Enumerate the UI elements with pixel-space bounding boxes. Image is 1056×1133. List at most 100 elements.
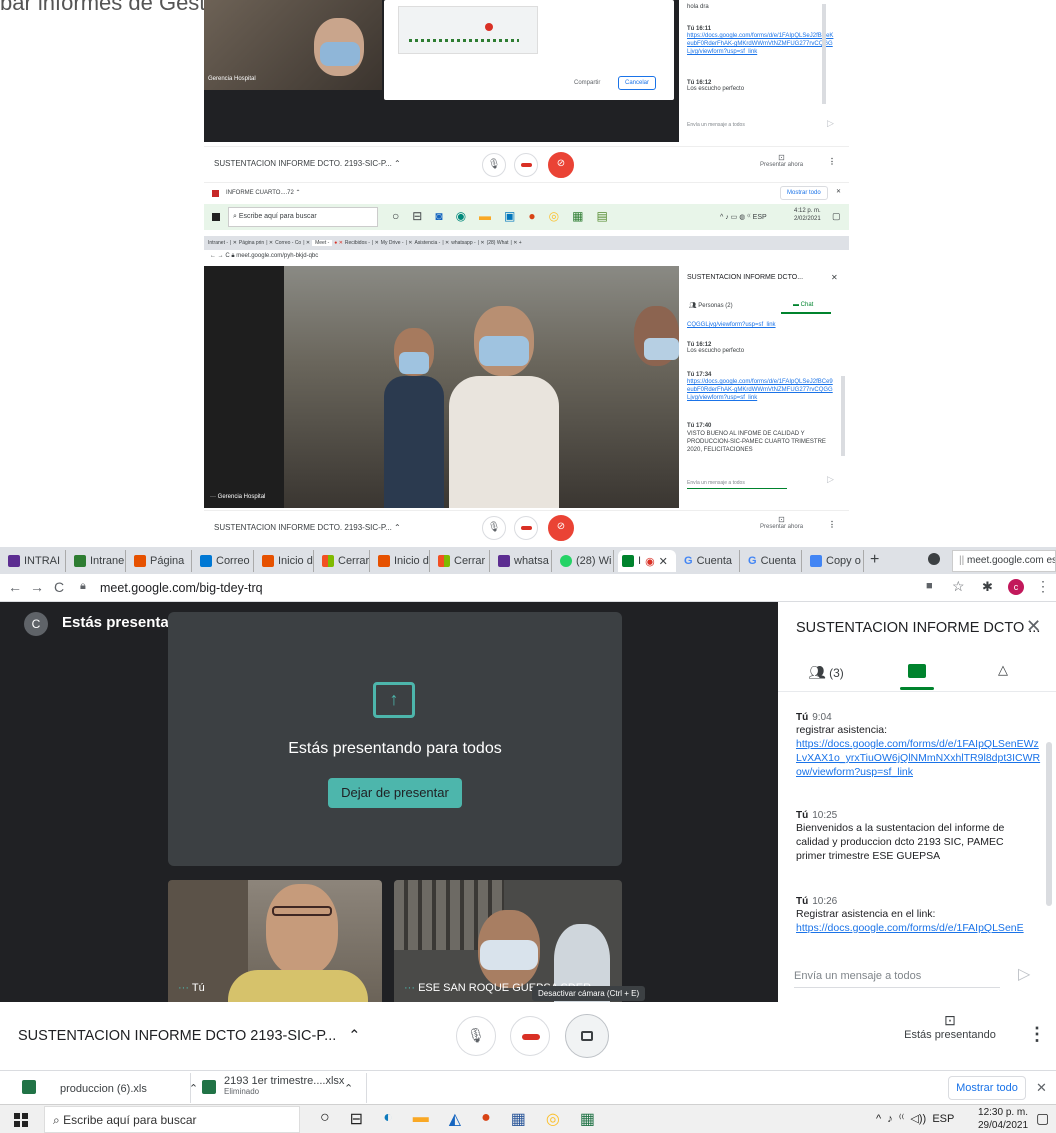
powerpoint-icon[interactable]: ● <box>528 209 535 223</box>
hangup-button[interactable] <box>514 516 538 540</box>
chat-tab[interactable]: ▬ Chat <box>793 302 813 308</box>
meeting-title[interactable]: SUSTENTACION INFORME DCTO. 2193-SIC-P...… <box>214 523 401 532</box>
excel-icon[interactable]: ▦ <box>572 209 583 223</box>
bookmark-star-icon[interactable]: ☆ <box>952 578 965 595</box>
tab-inicio-2[interactable]: Inicio d <box>374 550 430 572</box>
chat-input[interactable]: Envía un mensaje a todos <box>687 122 745 128</box>
camera-button[interactable] <box>565 1014 609 1058</box>
tab-pagina[interactable]: Página <box>130 550 192 572</box>
send-icon[interactable]: ▷ <box>1018 964 1030 984</box>
file-explorer-icon[interactable]: ▬ <box>479 209 491 223</box>
forward-icon[interactable]: → <box>30 579 44 595</box>
activities-icon[interactable]: △ <box>998 662 1008 678</box>
back-icon[interactable]: ← <box>8 579 22 595</box>
taskbar-search[interactable]: ⌕ Escribe aquí para buscar <box>44 1106 300 1133</box>
extensions-icon[interactable]: ✱ <box>982 579 993 595</box>
mic-button[interactable]: 🎙 <box>482 516 506 540</box>
chat-input[interactable]: Envía un mensaje a todos <box>687 480 787 489</box>
system-tray[interactable]: ^ ♪ ⁽⁽ ◁)) ESP <box>876 1112 954 1125</box>
chat-input[interactable]: Envía un mensaje a todos <box>794 962 1000 988</box>
dialog-cancel-button[interactable]: Cancelar <box>618 76 657 90</box>
close-icon[interactable]: ✕ <box>836 188 841 195</box>
close-icon[interactable]: ✕ <box>831 273 838 282</box>
send-icon[interactable]: ▷ <box>827 474 834 485</box>
meeting-title[interactable]: SUSTENTACION INFORME DCTO 2193-SIC-P... … <box>18 1028 360 1044</box>
reload-icon[interactable]: C <box>54 579 64 595</box>
chat-link[interactable]: https://docs.google.com/forms/d/e/1FAIpQ… <box>796 921 1044 934</box>
chat-scrollbar[interactable] <box>1046 742 1052 906</box>
chat-scrollbar[interactable] <box>822 4 826 104</box>
tab-whatsapp-web[interactable]: (28) Wi <box>556 550 614 572</box>
file-explorer-icon[interactable]: ▬ <box>413 1109 429 1129</box>
dialog-share-button[interactable]: Compartir <box>574 80 600 86</box>
tab-whatsapp[interactable]: whatsa <box>494 550 552 572</box>
chat-tab-icon[interactable] <box>908 664 926 678</box>
mail-icon[interactable]: ◭ <box>449 1109 461 1129</box>
task-view-icon[interactable]: ⊟ <box>412 209 422 223</box>
chrome-icon[interactable]: ◎ <box>546 1109 560 1129</box>
close-tab-icon[interactable]: ✕ <box>659 555 668 568</box>
tray-clock[interactable]: 4:12 p. m. 2/02/2021 <box>794 207 821 223</box>
tab-cuenta-2[interactable]: G Cuenta <box>744 550 802 572</box>
download-item-2[interactable]: 2193 1er trimestre....xlsx Eliminado <box>224 1075 344 1096</box>
download-item[interactable]: INFORME CUARTO....72 ⌃ <box>226 189 301 196</box>
mini-tab[interactable]: Intranet - <box>208 240 228 246</box>
chevron-up-icon[interactable]: ⌃ <box>394 523 401 532</box>
tab-search-icon[interactable] <box>928 553 940 565</box>
edge-chromium-icon[interactable]: ◉ <box>456 209 466 223</box>
tab-copy[interactable]: Copy o <box>806 550 864 572</box>
tab-correo[interactable]: Correo <box>196 550 254 572</box>
mini-tab[interactable]: (28) What <box>487 240 509 246</box>
more-options-icon[interactable]: ⋮ <box>1028 1024 1046 1045</box>
close-icon[interactable]: ✕ <box>1036 1080 1047 1096</box>
chat-link[interactable]: CQGGLjvg/viewform?usp=sf_link <box>687 322 776 328</box>
mic-button[interactable]: 🎙︎ <box>456 1016 496 1056</box>
edge-icon[interactable]: ◙ <box>435 209 442 223</box>
download-item-1[interactable]: produccion (6).xls ⌃ <box>60 1082 198 1095</box>
hangup-button[interactable] <box>514 153 538 177</box>
tab-intranet[interactable]: INTRAI <box>4 550 66 572</box>
mini-tab-active[interactable]: Meet - <box>312 240 333 246</box>
mini-tab[interactable]: My Drive - <box>381 240 404 246</box>
presenting-button[interactable]: ⊡ Estás presentando <box>900 1012 1000 1041</box>
present-now-button[interactable]: ⊡ Presentar ahora <box>760 153 803 168</box>
close-panel-icon[interactable]: ✕ <box>1026 616 1041 637</box>
chat-link[interactable]: https://docs.google.com/forms/d/e/1FAIpQ… <box>687 378 835 402</box>
chevron-up-icon[interactable]: ⌃ <box>348 1028 360 1044</box>
menu-icon[interactable]: ⋮ <box>1036 578 1050 595</box>
mini-tab[interactable]: whatsapp - <box>451 240 475 246</box>
excel-icon[interactable]: ▦ <box>580 1109 595 1129</box>
show-all-button[interactable]: Mostrar todo <box>780 186 828 200</box>
language-indicator[interactable]: ESP <box>932 1113 954 1125</box>
chat-link[interactable]: https://docs.google.com/forms/d/e/1FAIpQ… <box>687 32 835 56</box>
edge-icon[interactable]: ◐ <box>383 1109 393 1129</box>
tab-cuenta[interactable]: G Cuenta <box>680 550 740 572</box>
powerpoint-icon[interactable]: ● <box>481 1109 491 1129</box>
chevron-up-icon[interactable]: ⌃ <box>344 1082 353 1095</box>
meeting-title[interactable]: SUSTENTACION INFORME DCTO. 2193-SIC-P...… <box>214 159 401 168</box>
windows-start-icon[interactable] <box>212 213 220 221</box>
task-view-icon[interactable]: ⊟ <box>350 1109 363 1129</box>
hangup-button[interactable] <box>510 1016 550 1056</box>
mini-tab[interactable]: Recibidos - <box>345 240 370 246</box>
back-icon[interactable]: ← <box>210 253 216 259</box>
chevron-up-icon[interactable]: ⌃ <box>394 159 401 168</box>
chat-link[interactable]: https://docs.google.com/forms/d/e/1FAIpQ… <box>796 737 1044 779</box>
word-icon[interactable]: ▦ <box>511 1109 526 1129</box>
tray-clock[interactable]: 12:30 p. m. 29/04/2021 <box>978 1106 1028 1132</box>
chrome-icon[interactable]: ◎ <box>549 209 559 223</box>
mini-urlbar[interactable]: ← → C 🔒︎ meet.google.com/pyh-bkjd-qbc <box>204 250 849 264</box>
people-tab[interactable]: 👥︎ (3) <box>808 664 844 681</box>
notification-icon[interactable]: ▢ <box>832 211 841 222</box>
cortana-icon[interactable]: ○ <box>320 1109 330 1129</box>
tray-icons[interactable]: ^ ♪ ▭ ◍ ⁽⁽ ESP <box>720 213 767 221</box>
more-options-icon[interactable]: ⋮ <box>828 520 836 529</box>
windows-start-icon[interactable] <box>14 1113 28 1127</box>
camera-off-button[interactable]: ⊘ <box>548 152 574 178</box>
send-icon[interactable]: ▷ <box>827 118 834 129</box>
mic-button[interactable]: 🎙 <box>482 153 506 177</box>
cortana-icon[interactable]: ○ <box>392 209 399 223</box>
notification-icon[interactable]: ▢ <box>1036 1110 1049 1127</box>
tab-meet-active[interactable]: I ◉ ✕ <box>618 550 676 572</box>
stop-presenting-button[interactable]: Dejar de presentar <box>328 778 462 808</box>
